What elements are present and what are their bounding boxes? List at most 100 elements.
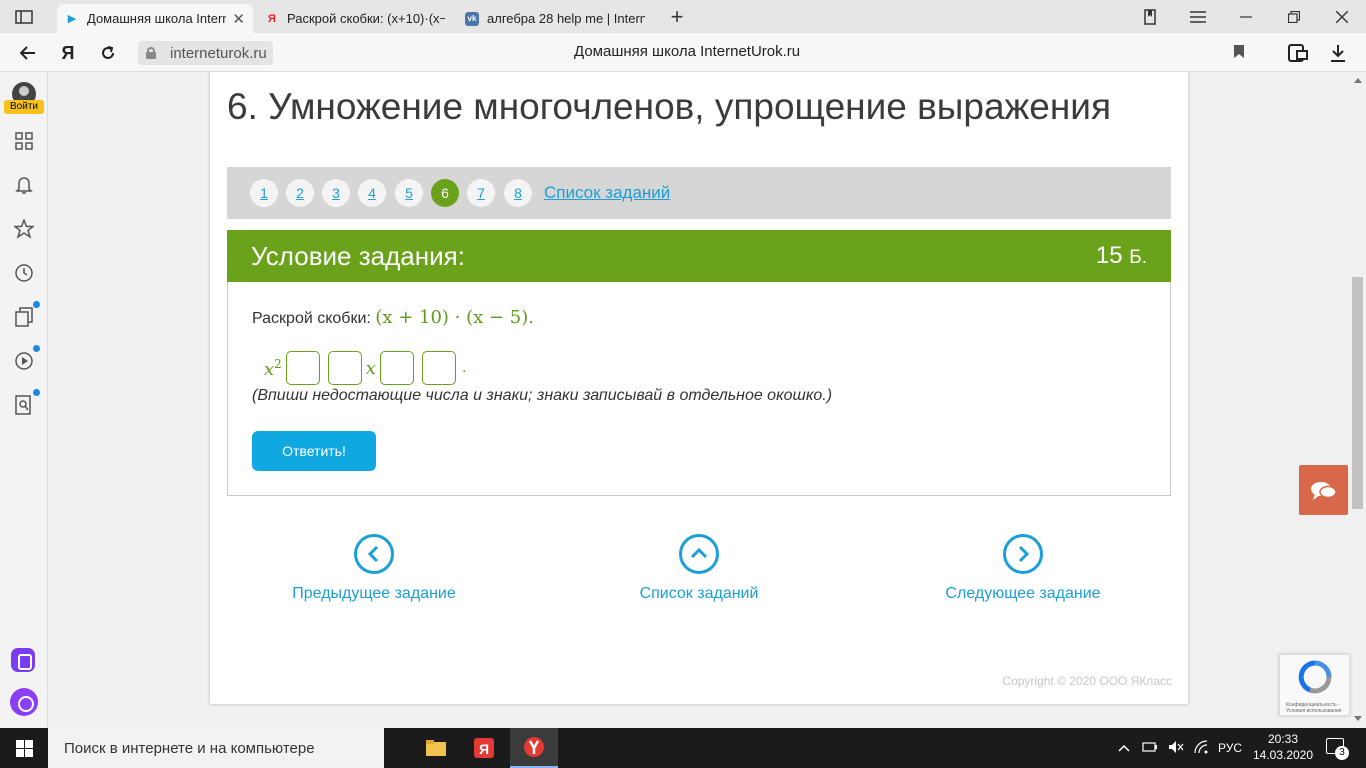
page-viewport: 6. Умножение многочленов, упрощение выра… bbox=[48, 72, 1350, 728]
reload-icon[interactable] bbox=[96, 41, 120, 65]
task-header-title: Условие задания: bbox=[251, 241, 465, 271]
lock-icon bbox=[146, 47, 156, 59]
submit-answer-button[interactable]: Ответить! bbox=[252, 431, 376, 471]
bookmarks-collection-icon[interactable] bbox=[1139, 6, 1161, 28]
answer-x-squared: x2 bbox=[264, 356, 282, 380]
messenger-icon[interactable] bbox=[11, 648, 35, 672]
url-text: interneturok.ru bbox=[170, 44, 267, 62]
prompt-text: Раскрой скобки: bbox=[252, 310, 371, 327]
chat-button[interactable] bbox=[1299, 465, 1348, 515]
chat-bubbles-icon bbox=[1311, 482, 1337, 500]
language-indicator[interactable]: РУС bbox=[1218, 741, 1242, 755]
task-list-nav[interactable]: Список заданий bbox=[634, 534, 764, 603]
answer-period: . bbox=[461, 359, 467, 376]
tab-interneturok[interactable]: ▶ Домашняя школа Intern ✕ bbox=[57, 4, 253, 33]
next-task-nav[interactable]: Следующее задание bbox=[943, 534, 1103, 603]
taskbar-search-input[interactable]: Поиск в интернете и на компьютере bbox=[48, 728, 384, 768]
restore-icon[interactable] bbox=[1283, 6, 1305, 28]
yandex-icon: Я bbox=[268, 12, 276, 25]
notification-dot bbox=[33, 389, 40, 396]
menu-icon[interactable] bbox=[1187, 6, 1209, 28]
start-button[interactable] bbox=[0, 728, 48, 768]
close-window-icon[interactable] bbox=[1331, 6, 1353, 28]
windows-logo-icon bbox=[15, 739, 33, 757]
yandex-sidebar: Войти bbox=[0, 72, 48, 728]
minimize-icon[interactable] bbox=[1235, 6, 1257, 28]
close-icon[interactable]: ✕ bbox=[232, 10, 245, 28]
page-link-5[interactable]: 5 bbox=[395, 179, 423, 207]
scroll-thumb[interactable] bbox=[1352, 277, 1363, 509]
tab-yandex-search[interactable]: Я Раскрой скобки: (x+10)·(x− bbox=[257, 4, 453, 33]
task-prompt: Раскрой скобки: (x + 10) · (x − 5). bbox=[252, 307, 534, 328]
lesson-title: 6. Умножение многочленов, упрощение выра… bbox=[227, 86, 1111, 127]
battery-icon[interactable] bbox=[1142, 741, 1158, 755]
page-link-8[interactable]: 8 bbox=[504, 179, 532, 207]
taskbar-yandex-browser[interactable] bbox=[510, 728, 558, 768]
task-list-link[interactable]: Список заданий bbox=[544, 183, 670, 203]
page-link-4[interactable]: 4 bbox=[358, 179, 386, 207]
task-hint: (Впиши недостающие числа и знаки; знаки … bbox=[252, 387, 833, 404]
bookmark-icon[interactable] bbox=[1234, 45, 1244, 58]
address-bar: Я interneturok.ru Домашняя школа Interne… bbox=[0, 33, 1366, 72]
tab-vk[interactable]: vk алгебра 28 help me | Intern bbox=[457, 4, 653, 33]
recaptcha-logo-icon bbox=[1298, 660, 1332, 694]
chevron-right-icon bbox=[1003, 534, 1043, 574]
url-field[interactable]: interneturok.ru Домашняя школа InternetU… bbox=[138, 39, 1262, 66]
history-clock-icon[interactable] bbox=[12, 261, 36, 285]
task-list-label: Список заданий bbox=[639, 585, 759, 602]
page-link-2[interactable]: 2 bbox=[286, 179, 314, 207]
system-tray: РУС bbox=[1118, 728, 1242, 768]
chevron-up-icon[interactable] bbox=[1118, 741, 1130, 755]
answer-number-input-1[interactable] bbox=[327, 351, 362, 385]
task-points: 15 Б. bbox=[1095, 242, 1147, 269]
browser-tab-bar: ▶ Домашняя школа Intern ✕ Я Раскрой скоб… bbox=[0, 0, 1366, 33]
page-link-3[interactable]: 3 bbox=[322, 179, 350, 207]
answer-sign-input-2[interactable] bbox=[379, 351, 414, 385]
recaptcha-badge[interactable]: Конфиденциальность - Условия использован… bbox=[1279, 654, 1350, 716]
taskbar-explorer[interactable] bbox=[412, 728, 460, 768]
tab-title: Домашняя школа Intern bbox=[87, 11, 227, 26]
answer-number-input-2[interactable] bbox=[421, 351, 456, 385]
play-icon: ▶ bbox=[67, 13, 77, 25]
back-arrow-icon[interactable] bbox=[16, 41, 40, 65]
volume-muted-icon[interactable] bbox=[1168, 740, 1184, 757]
page-scrollbar[interactable] bbox=[1350, 72, 1366, 728]
star-icon[interactable] bbox=[12, 217, 36, 241]
chevron-up-icon bbox=[679, 534, 719, 574]
scroll-up-icon[interactable] bbox=[1354, 78, 1362, 83]
task-panel: Условие задания: 15 Б. Раскрой скобки: (… bbox=[227, 230, 1171, 496]
prev-task-nav[interactable]: Предыдущее задание bbox=[289, 534, 459, 603]
notification-dot bbox=[33, 345, 40, 352]
page-link-1[interactable]: 1 bbox=[250, 179, 278, 207]
scroll-down-icon[interactable] bbox=[1354, 716, 1362, 721]
apps-grid-icon[interactable] bbox=[12, 129, 36, 153]
taskbar-clock[interactable]: 20:33 14.03.2020 bbox=[1250, 731, 1316, 763]
new-tab-icon[interactable]: + bbox=[666, 4, 688, 29]
video-icon[interactable] bbox=[12, 349, 36, 373]
yandex-app-icon: Я bbox=[474, 738, 494, 758]
recaptcha-links[interactable]: Конфиденциальность - Условия использован… bbox=[1286, 702, 1346, 714]
task-expression: (x + 10) · (x − 5). bbox=[375, 307, 534, 328]
taskbar-yandex-app[interactable]: Я bbox=[460, 728, 508, 768]
chevron-left-icon bbox=[354, 534, 394, 574]
protect-icon[interactable] bbox=[1286, 41, 1310, 65]
download-icon[interactable] bbox=[1326, 41, 1350, 65]
tabs-panel-icon[interactable] bbox=[13, 6, 35, 28]
clock-date: 14.03.2020 bbox=[1252, 748, 1314, 762]
yandex-logo-icon[interactable]: Я bbox=[56, 41, 80, 65]
yandex-browser-icon bbox=[524, 737, 544, 757]
zen-icon[interactable] bbox=[12, 305, 36, 329]
answer-x: x bbox=[365, 357, 376, 379]
copyright: Copyright © 2020 ООО ЯКласс bbox=[1002, 674, 1172, 688]
vk-icon: vk bbox=[465, 11, 479, 26]
search-doc-icon[interactable] bbox=[12, 393, 36, 417]
windows-taskbar: Поиск в интернете и на компьютере Я РУС … bbox=[0, 728, 1366, 768]
answer-sign-input-1[interactable] bbox=[285, 351, 320, 385]
page-link-7[interactable]: 7 bbox=[467, 179, 495, 207]
alice-icon[interactable] bbox=[10, 688, 38, 716]
url-chip[interactable]: interneturok.ru bbox=[138, 41, 273, 65]
login-button[interactable]: Войти bbox=[4, 100, 44, 114]
network-icon[interactable] bbox=[1194, 739, 1208, 757]
bell-icon[interactable] bbox=[12, 173, 36, 197]
tab-title: алгебра 28 help me | Intern bbox=[487, 11, 645, 26]
